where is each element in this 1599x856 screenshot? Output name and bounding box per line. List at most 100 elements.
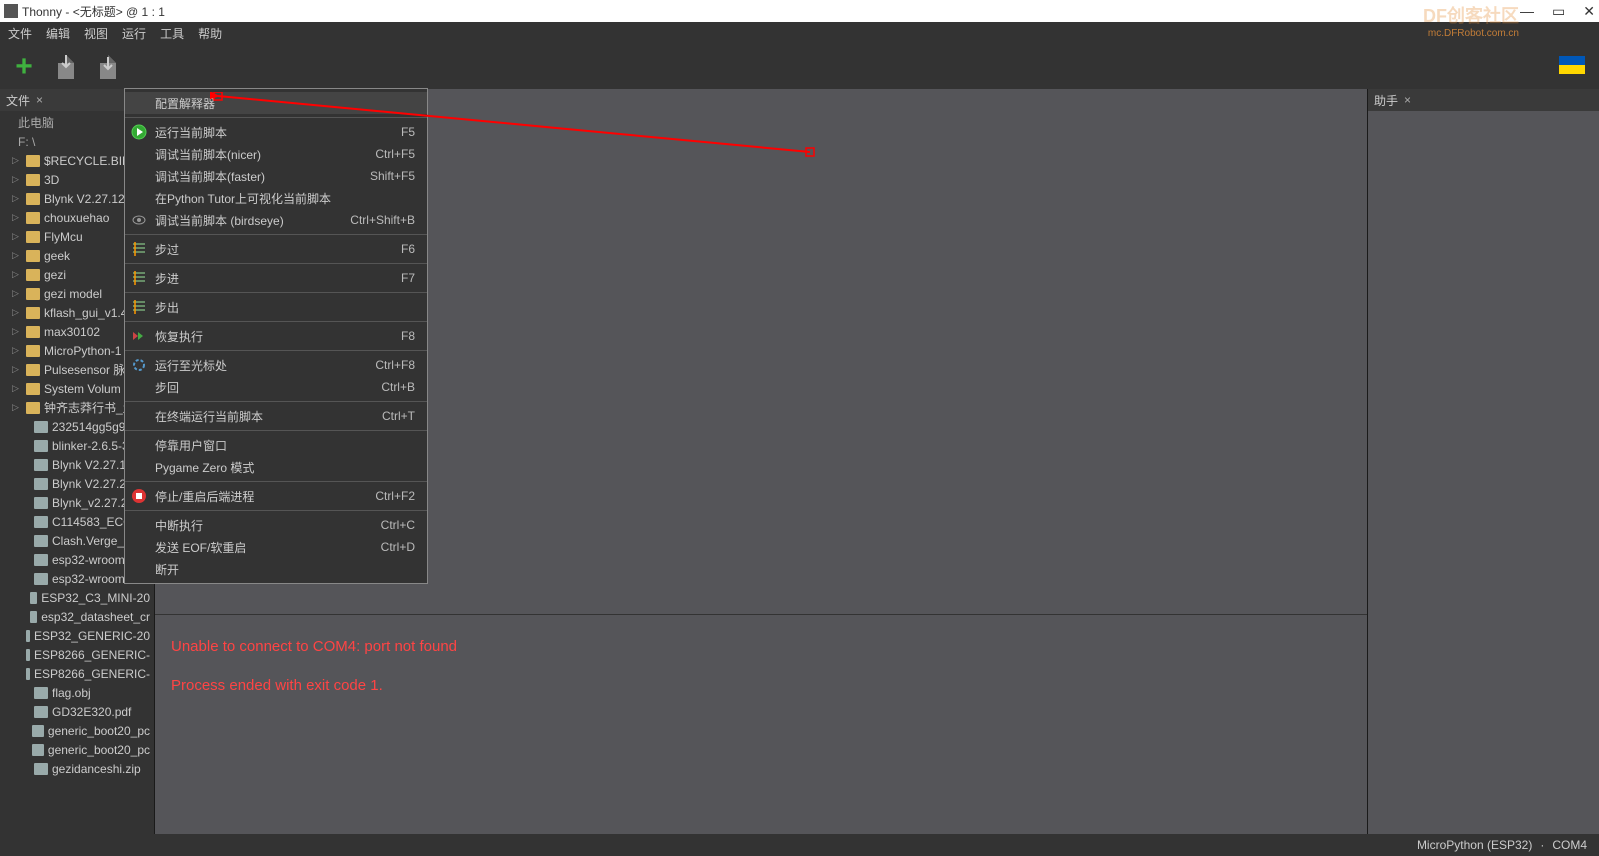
blank-icon [129, 458, 149, 476]
menu-view[interactable]: 视图 [84, 25, 108, 42]
tree-file[interactable]: flag.obj [0, 683, 154, 702]
assistant-panel-tab[interactable]: 助手 × [1368, 89, 1599, 111]
blank-icon [129, 538, 149, 556]
save-file-button[interactable] [94, 53, 122, 81]
menu-item[interactable]: 步进F7 [125, 267, 427, 289]
blank-icon [129, 436, 149, 454]
ukraine-flag-icon [1559, 56, 1585, 74]
assistant-panel: 助手 × [1367, 89, 1599, 834]
menu-item[interactable]: 调试当前脚本(faster) Shift+F5 [125, 165, 427, 187]
menu-item-label: 运行至光标处 [155, 357, 369, 374]
status-interpreter[interactable]: MicroPython (ESP32) [1417, 838, 1532, 852]
menu-item[interactable]: 断开 [125, 558, 427, 580]
watermark: DF创客社区 mc.DFRobot.com.cn [1423, 2, 1519, 39]
stop-icon [129, 487, 149, 505]
menu-file[interactable]: 文件 [8, 25, 32, 42]
menu-bar: 文件 编辑 视图 运行 工具 帮助 [0, 22, 1599, 44]
menu-separator [125, 430, 427, 431]
menu-item-label: 在终端运行当前脚本 [155, 408, 376, 425]
run-menu-dropdown[interactable]: 配置解释器运行当前脚本F5调试当前脚本(nicer)Ctrl+F5调试当前脚本(… [124, 88, 428, 584]
menu-item[interactable]: 中断执行Ctrl+C [125, 514, 427, 536]
menu-separator [125, 350, 427, 351]
menu-item-label: 在Python Tutor上可视化当前脚本 [155, 190, 409, 207]
open-file-button[interactable] [52, 53, 80, 81]
menu-item[interactable]: 步出 [125, 296, 427, 318]
menu-item-shortcut: Ctrl+F2 [375, 489, 415, 503]
minimize-button[interactable]: — [1520, 3, 1534, 20]
menu-item[interactable]: 恢复执行 F8 [125, 325, 427, 347]
close-panel-icon[interactable]: × [1404, 93, 1411, 107]
menu-item[interactable]: Pygame Zero 模式 [125, 456, 427, 478]
menu-item[interactable]: 步回 Ctrl+B [125, 376, 427, 398]
menu-item-shortcut: Ctrl+B [381, 380, 415, 394]
menu-separator [125, 263, 427, 264]
tree-file[interactable]: generic_boot20_pc [0, 721, 154, 740]
blank-icon [129, 378, 149, 396]
tree-file[interactable]: ESP8266_GENERIC- [0, 664, 154, 683]
window-title: Thonny - <无标题> @ 1 : 1 [22, 3, 165, 20]
shell-panel[interactable]: Unable to connect to COM4: port not foun… [155, 614, 1367, 834]
menu-item[interactable]: 停止/重启后端进程 Ctrl+F2 [125, 485, 427, 507]
tree-file[interactable]: ESP8266_GENERIC- [0, 645, 154, 664]
status-port[interactable]: COM4 [1552, 838, 1587, 852]
step-icon [129, 269, 149, 287]
menu-tools[interactable]: 工具 [160, 25, 184, 42]
tree-file[interactable]: GD32E320.pdf [0, 702, 154, 721]
menu-item[interactable]: 在终端运行当前脚本 Ctrl+T [125, 405, 427, 427]
close-panel-icon[interactable]: × [36, 93, 43, 107]
menu-separator [125, 510, 427, 511]
menu-separator [125, 292, 427, 293]
menu-edit[interactable]: 编辑 [46, 25, 70, 42]
menu-separator [125, 321, 427, 322]
maximize-button[interactable]: ▭ [1552, 3, 1565, 20]
menu-item[interactable]: 运行当前脚本F5 [125, 121, 427, 143]
menu-item-label: Pygame Zero 模式 [155, 459, 409, 476]
cursor-icon [129, 356, 149, 374]
step-icon [129, 240, 149, 258]
play-multi-icon [129, 327, 149, 345]
blank-icon [129, 516, 149, 534]
menu-item[interactable]: 调试当前脚本 (birdseye)Ctrl+Shift+B [125, 209, 427, 231]
menu-item[interactable]: 在Python Tutor上可视化当前脚本 [125, 187, 427, 209]
menu-item-label: 调试当前脚本(nicer) [155, 146, 369, 163]
play-green-icon [129, 123, 149, 141]
menu-item[interactable]: 配置解释器 [125, 92, 427, 114]
new-file-button[interactable]: + [10, 53, 38, 81]
tree-file[interactable]: esp32_datasheet_cr [0, 607, 154, 626]
tree-file[interactable]: gezidanceshi.zip [0, 759, 154, 778]
menu-separator [125, 117, 427, 118]
blank-icon [129, 189, 149, 207]
blank-icon [129, 407, 149, 425]
close-button[interactable]: ✕ [1583, 3, 1595, 20]
menu-item[interactable]: 运行至光标处 Ctrl+F8 [125, 354, 427, 376]
tree-file[interactable]: generic_boot20_pc [0, 740, 154, 759]
menu-item-label: 恢复执行 [155, 328, 395, 345]
assistant-panel-label: 助手 [1374, 92, 1398, 109]
menu-item-label: 调试当前脚本(faster) [155, 168, 364, 185]
menu-item-shortcut: Ctrl+F8 [375, 358, 415, 372]
status-sep: · [1540, 838, 1544, 852]
blank-icon [129, 145, 149, 163]
menu-item-label: 步过 [155, 241, 395, 258]
menu-item[interactable]: 步过F6 [125, 238, 427, 260]
menu-run[interactable]: 运行 [122, 25, 146, 42]
menu-separator [125, 481, 427, 482]
menu-item-shortcut: F8 [401, 329, 415, 343]
title-bar: Thonny - <无标题> @ 1 : 1 — ▭ ✕ [0, 0, 1599, 22]
menu-item[interactable]: 发送 EOF/软重启Ctrl+D [125, 536, 427, 558]
menu-item-label: 步回 [155, 379, 375, 396]
status-bar: MicroPython (ESP32) · COM4 [0, 834, 1599, 856]
tree-file[interactable]: ESP32_GENERIC-20 [0, 626, 154, 645]
menu-help[interactable]: 帮助 [198, 25, 222, 42]
menu-item-shortcut: F7 [401, 271, 415, 285]
menu-item-shortcut: Ctrl+T [382, 409, 415, 423]
tree-file[interactable]: ESP32_C3_MINI-20 [0, 588, 154, 607]
menu-item[interactable]: 调试当前脚本(nicer)Ctrl+F5 [125, 143, 427, 165]
menu-item[interactable]: 停靠用户窗口 [125, 434, 427, 456]
app-logo-icon [4, 4, 18, 18]
menu-item-label: 步出 [155, 299, 409, 316]
menu-item-label: 运行当前脚本 [155, 124, 395, 141]
menu-item-label: 停止/重启后端进程 [155, 488, 369, 505]
step-icon [129, 298, 149, 316]
menu-item-shortcut: Shift+F5 [370, 169, 415, 183]
